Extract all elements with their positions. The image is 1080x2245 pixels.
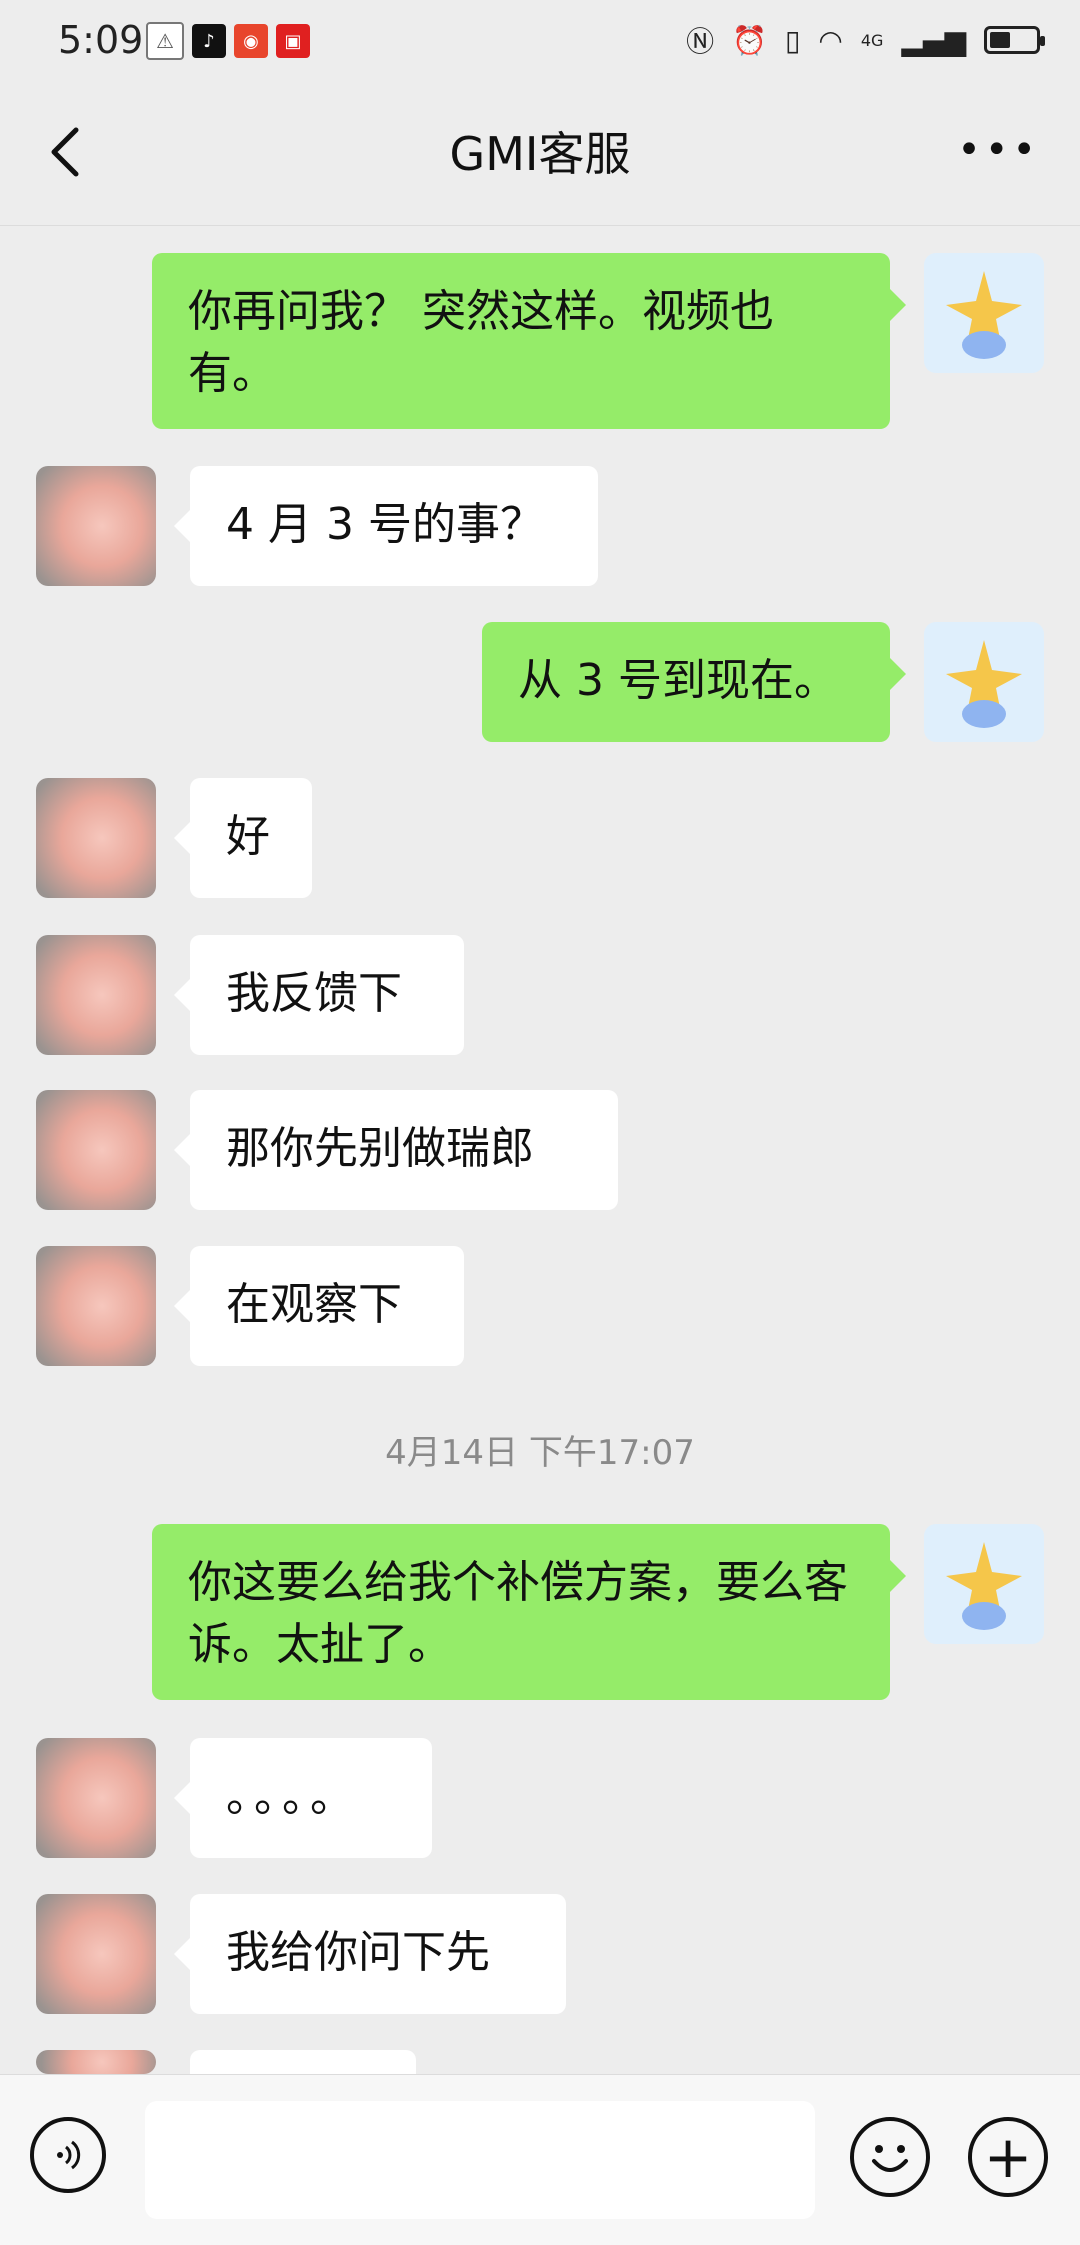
network-type: 4G bbox=[860, 30, 884, 50]
message-bubble-them[interactable]: 4 月 3 号的事？ bbox=[174, 466, 598, 586]
message-input[interactable] bbox=[145, 2101, 815, 2219]
chat-title: GMI客服 bbox=[449, 127, 631, 181]
status-right-icons: Ⓝ ⏰ ▯ ◠ 4G ▂▄▆ bbox=[686, 20, 1045, 60]
battery-icon bbox=[984, 26, 1045, 54]
contact-avatar[interactable] bbox=[36, 1738, 156, 1858]
tiktok-icon: ♪ bbox=[192, 24, 226, 58]
status-bar: 5:09 ⚠ ♪ ◉ ▣ Ⓝ ⏰ ▯ ◠ 4G ▂▄▆ bbox=[0, 0, 1080, 80]
contact-avatar[interactable] bbox=[36, 778, 156, 898]
message-bubble-me[interactable]: 从 3 号到现在。 bbox=[482, 622, 906, 742]
contact-avatar[interactable] bbox=[36, 1090, 156, 1210]
emoji-icon[interactable] bbox=[850, 2117, 930, 2197]
nfc-icon: Ⓝ bbox=[686, 25, 715, 58]
star-avatar-icon bbox=[946, 271, 1022, 359]
star-avatar-icon bbox=[946, 1542, 1022, 1630]
message-bubble-them[interactable]: 那你先别做瑞郎 bbox=[174, 1090, 618, 1210]
contact-avatar bbox=[36, 2050, 156, 2074]
my-avatar[interactable] bbox=[924, 1524, 1044, 1644]
signal-icon: ▂▄▆ bbox=[901, 23, 966, 57]
title-bar: GMI客服 ••• bbox=[0, 80, 1080, 226]
message-bubble-them[interactable]: 。。。。 bbox=[174, 1738, 432, 1858]
app-notification-icon: ◉ bbox=[234, 24, 268, 58]
contact-avatar[interactable] bbox=[36, 466, 156, 586]
status-time: 5:09 bbox=[58, 18, 144, 62]
message-bubble-me[interactable]: 你这要么给我个补偿方案，要么客诉。太扯了。 bbox=[152, 1524, 906, 1700]
message-bubble-them[interactable]: 好 bbox=[174, 778, 312, 898]
my-avatar[interactable] bbox=[924, 253, 1044, 373]
star-avatar-icon bbox=[946, 640, 1022, 728]
input-bar: + bbox=[0, 2074, 1080, 2245]
app-notification-icon: ▣ bbox=[276, 24, 310, 58]
contact-avatar[interactable] bbox=[36, 1894, 156, 2014]
more-options-icon[interactable]: ••• bbox=[957, 130, 1040, 170]
message-bubble-them[interactable]: 我反馈下 bbox=[174, 935, 464, 1055]
message-bubble-them bbox=[190, 2050, 416, 2074]
wifi-icon: ◠ bbox=[818, 23, 843, 57]
voice-icon[interactable] bbox=[30, 2117, 106, 2193]
contact-avatar[interactable] bbox=[36, 935, 156, 1055]
message-bubble-them[interactable]: 我给你问下先 bbox=[174, 1894, 566, 2014]
vibrate-icon: ▯ bbox=[784, 23, 801, 57]
alarm-icon: ⏰ bbox=[732, 23, 767, 57]
warning-icon: ⚠ bbox=[146, 22, 184, 60]
my-avatar[interactable] bbox=[924, 622, 1044, 742]
notification-icons: ⚠ ♪ ◉ ▣ bbox=[146, 22, 310, 60]
message-bubble-me[interactable]: 你再问我？ 突然这样。视频也有。 bbox=[152, 253, 906, 429]
plus-icon[interactable]: + bbox=[968, 2117, 1048, 2197]
chat-timestamp: 4月14日 下午17:07 bbox=[385, 1433, 695, 1473]
message-bubble-them[interactable]: 在观察下 bbox=[174, 1246, 464, 1366]
contact-avatar[interactable] bbox=[36, 1246, 156, 1366]
